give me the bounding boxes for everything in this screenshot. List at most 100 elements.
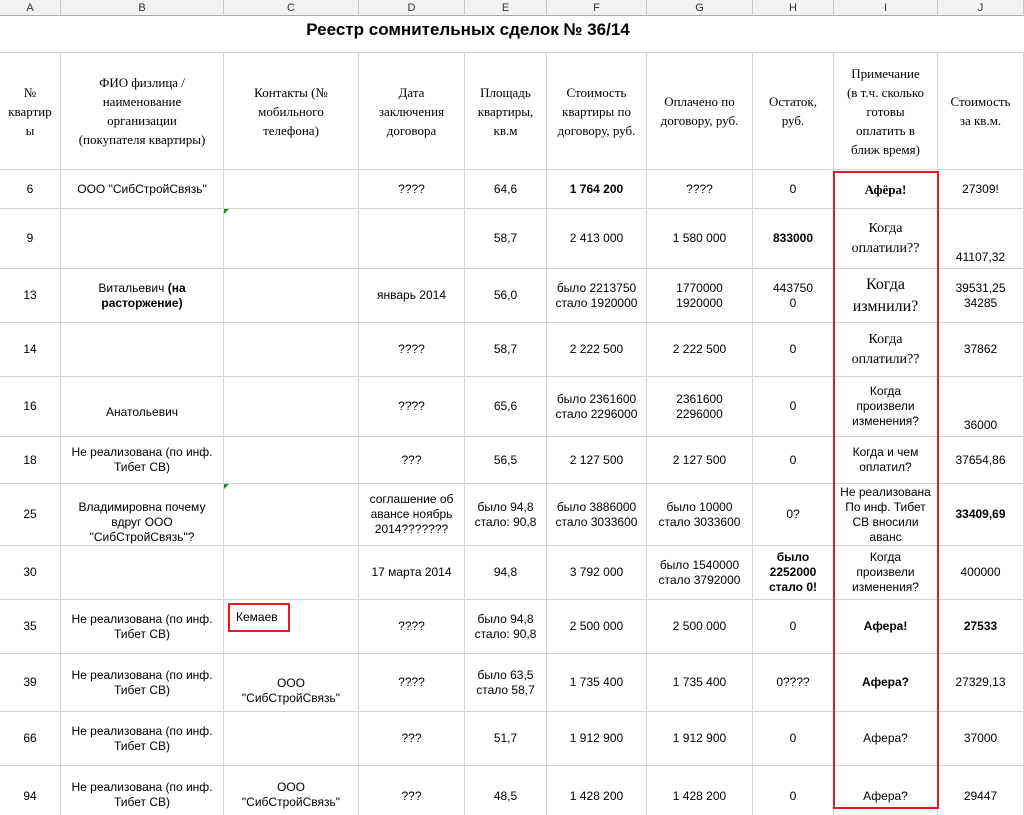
cell-price-per-sqm[interactable]: 37862 [938, 323, 1024, 377]
cell-apartment-number[interactable]: 13 [0, 269, 61, 323]
cell-remainder[interactable]: 0 [753, 766, 834, 815]
cell-contact[interactable] [224, 323, 359, 377]
column-header-H[interactable]: H [753, 0, 834, 16]
cell-remainder[interactable]: 0 [753, 323, 834, 377]
cell-remainder[interactable]: 0???? [753, 654, 834, 712]
cell-paid[interactable]: 2 127 500 [647, 437, 753, 484]
cell-price[interactable]: 2 127 500 [547, 437, 647, 484]
cell-note[interactable]: Когда оплатили?? [834, 209, 938, 269]
cell-date[interactable]: ???? [359, 600, 465, 654]
cell-contact[interactable] [224, 170, 359, 209]
cell-apartment-number[interactable]: 30 [0, 546, 61, 600]
cell-apartment-number[interactable]: 94 [0, 766, 61, 815]
cell-contact[interactable]: ООО "СибСтройСвязь" [224, 654, 359, 712]
column-header-C[interactable]: C [224, 0, 359, 16]
header-contract-date[interactable]: Дата заключения договора [359, 52, 465, 170]
cell-date[interactable]: ???? [359, 377, 465, 437]
cell-note[interactable]: Когда произвели изменения? [834, 377, 938, 437]
cell-paid[interactable]: 1 428 200 [647, 766, 753, 815]
cell-area[interactable]: было 63,5 стало 58,7 [465, 654, 547, 712]
cell-price-per-sqm[interactable]: 29447 [938, 766, 1024, 815]
cell-remainder[interactable]: 833000 [753, 209, 834, 269]
cell-apartment-number[interactable]: 6 [0, 170, 61, 209]
header-price-per-sqm[interactable]: Стоимость за кв.м. [938, 52, 1024, 170]
cell-date[interactable]: ??? [359, 766, 465, 815]
cell-remainder[interactable]: 0 [753, 170, 834, 209]
cell-contact[interactable]: ООО "СибСтройСвязь" [224, 766, 359, 815]
cell-area[interactable]: 56,5 [465, 437, 547, 484]
column-header-G[interactable]: G [647, 0, 753, 16]
cell-paid[interactable]: 1770000 1920000 [647, 269, 753, 323]
cell-remainder[interactable]: было 2252000 стало 0! [753, 546, 834, 600]
cell-price[interactable]: 1 428 200 [547, 766, 647, 815]
header-price[interactable]: Стоимость квартиры по договору, руб. [547, 52, 647, 170]
cell-note[interactable]: Афера! [834, 600, 938, 654]
cell-paid[interactable]: 1 580 000 [647, 209, 753, 269]
comment-indicator[interactable] [224, 209, 229, 214]
cell-paid[interactable]: 1 912 900 [647, 712, 753, 766]
header-buyer-name[interactable]: ФИО физлица / наименование организации (… [61, 52, 224, 170]
cell-buyer[interactable]: ООО "СибСтройСвязь" [61, 170, 224, 209]
cell-area[interactable]: 64,6 [465, 170, 547, 209]
cell-contact[interactable]: Кемаев [224, 600, 359, 654]
cell-paid[interactable]: 1 735 400 [647, 654, 753, 712]
cell-price[interactable]: 3 792 000 [547, 546, 647, 600]
cell-price-per-sqm[interactable]: 33409,69 [938, 484, 1024, 546]
cell-price[interactable]: было 2361600 стало 2296000 [547, 377, 647, 437]
cell-price[interactable]: 1 764 200 [547, 170, 647, 209]
cell-apartment-number[interactable]: 18 [0, 437, 61, 484]
cell-apartment-number[interactable]: 25 [0, 484, 61, 546]
header-note[interactable]: Примечание (в т.ч. сколько готовы оплати… [834, 52, 938, 170]
cell-paid[interactable]: было 1540000 стало 3792000 [647, 546, 753, 600]
cell-apartment-number[interactable]: 35 [0, 600, 61, 654]
cell-paid[interactable]: ???? [647, 170, 753, 209]
cell-note[interactable]: Афера? [834, 766, 938, 815]
cell-buyer[interactable]: Не реализована (по инф. Тибет СВ) [61, 600, 224, 654]
cell-buyer[interactable]: Владимировна почему вдруг ООО "СибСтройС… [61, 484, 224, 546]
cell-note[interactable]: Когда оплатили?? [834, 323, 938, 377]
cell-contact[interactable] [224, 269, 359, 323]
cell-price-per-sqm[interactable]: 41107,32 [938, 209, 1024, 269]
cell-remainder[interactable]: 0? [753, 484, 834, 546]
header-remainder[interactable]: Остаток, руб. [753, 52, 834, 170]
cell-price[interactable]: было 2213750 стало 1920000 [547, 269, 647, 323]
cell-date[interactable]: ??? [359, 712, 465, 766]
cell-area[interactable]: 65,6 [465, 377, 547, 437]
header-contacts[interactable]: Контакты (№ мобильного телефона) [224, 52, 359, 170]
cell-area[interactable]: 51,7 [465, 712, 547, 766]
cell-price[interactable]: было 3886000 стало 3033600 [547, 484, 647, 546]
cell-area[interactable]: было 94,8 стало: 90,8 [465, 600, 547, 654]
cell-price-per-sqm[interactable]: 27533 [938, 600, 1024, 654]
cell-note[interactable]: Когда и чем оплатил? [834, 437, 938, 484]
cell-apartment-number[interactable]: 9 [0, 209, 61, 269]
cell-note[interactable]: Когда произвели изменения? [834, 546, 938, 600]
cell-price-per-sqm[interactable]: 27329,13 [938, 654, 1024, 712]
header-area[interactable]: Площадь квартиры, кв.м [465, 52, 547, 170]
cell-contact[interactable] [224, 377, 359, 437]
cell-buyer[interactable]: Не реализована (по инф. Тибет СВ) [61, 766, 224, 815]
cell-note[interactable]: Афера? [834, 654, 938, 712]
cell-area[interactable]: 94,8 [465, 546, 547, 600]
cell-contact[interactable] [224, 209, 359, 269]
cell-contact[interactable] [224, 437, 359, 484]
cell-area[interactable]: 58,7 [465, 323, 547, 377]
cell-buyer[interactable] [61, 209, 224, 269]
cell-price-per-sqm[interactable]: 39531,25 34285 [938, 269, 1024, 323]
cell-area[interactable]: 56,0 [465, 269, 547, 323]
header-apartment-number[interactable]: № квартир ы [0, 52, 61, 170]
cell-paid[interactable]: было 10000 стало 3033600 [647, 484, 753, 546]
cell-contact[interactable] [224, 712, 359, 766]
cell-price-per-sqm[interactable]: 37654,86 [938, 437, 1024, 484]
cell-date[interactable]: ??? [359, 437, 465, 484]
cell-note[interactable]: Афера? [834, 712, 938, 766]
cell-price[interactable]: 2 413 000 [547, 209, 647, 269]
cell-buyer[interactable]: Не реализована (по инф. Тибет СВ) [61, 437, 224, 484]
cell-buyer[interactable]: Не реализована (по инф. Тибет СВ) [61, 654, 224, 712]
cell-price[interactable]: 2 222 500 [547, 323, 647, 377]
cell-price-per-sqm[interactable]: 400000 [938, 546, 1024, 600]
cell-contact[interactable] [224, 546, 359, 600]
column-header-J[interactable]: J [938, 0, 1024, 16]
cell-note[interactable]: Афёра! [834, 170, 938, 209]
cell-area[interactable]: 48,5 [465, 766, 547, 815]
column-header-I[interactable]: I [834, 0, 938, 16]
